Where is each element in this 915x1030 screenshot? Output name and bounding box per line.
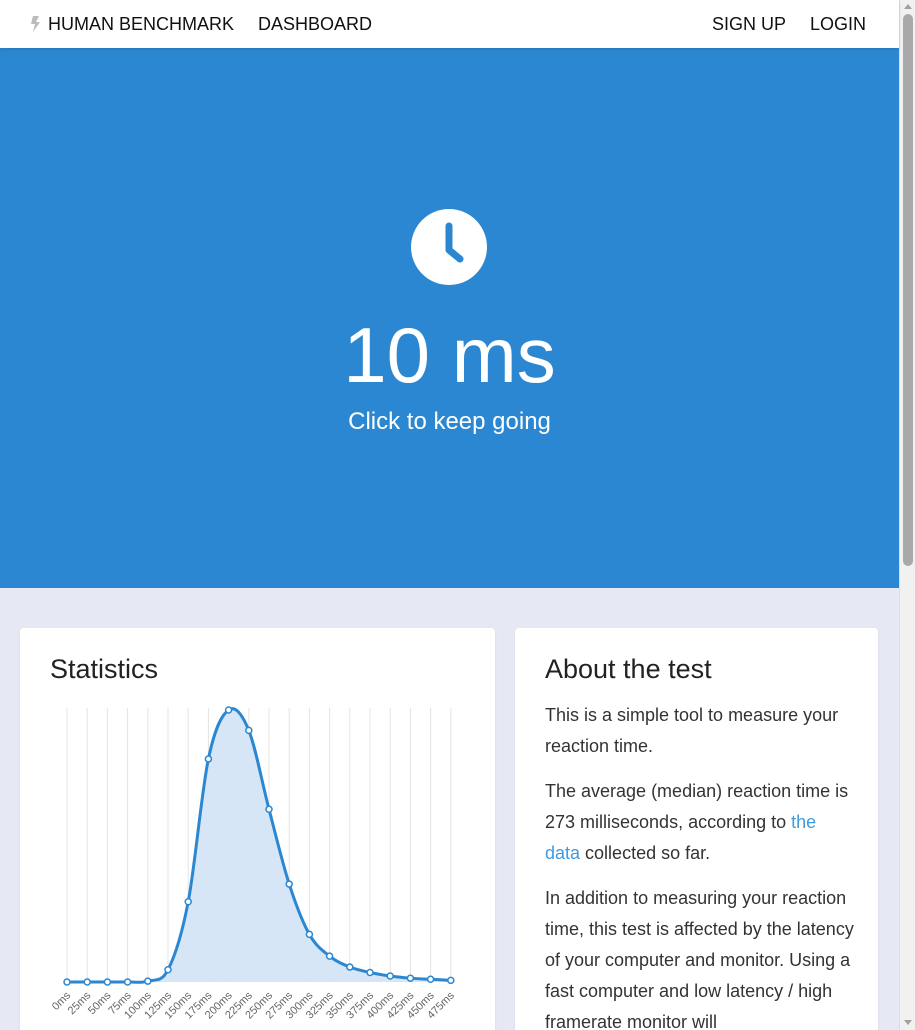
dashboard-link[interactable]: DASHBOARD [258, 14, 372, 35]
data-point [63, 978, 71, 986]
scroll-thumb[interactable] [903, 14, 913, 566]
continue-prompt: Click to keep going [348, 408, 551, 435]
statistics-card: Statistics 0ms 25ms 50ms 75ms 100ms 125ms 150m… [20, 628, 495, 1030]
distribution-area [67, 708, 451, 983]
data-point [83, 978, 91, 986]
about-card: About the test This is a simple tool to … [515, 628, 878, 1030]
data-point [164, 966, 172, 974]
data-point [204, 755, 213, 763]
data-point [426, 975, 435, 984]
reaction-result: 10 ms [343, 311, 556, 399]
page-scrollbar[interactable] [899, 0, 915, 1030]
data-point [285, 880, 293, 888]
login-link[interactable]: LOGIN [810, 14, 866, 35]
data-point [123, 978, 132, 986]
distribution-chart: 0ms25ms50ms75ms100ms125ms150ms175ms200ms… [50, 706, 457, 1021]
data-point [245, 726, 253, 735]
data-point [447, 976, 455, 985]
data-point [366, 968, 374, 977]
data-point [184, 898, 192, 906]
statistics-title: Statistics [50, 654, 159, 684]
data-point [406, 974, 415, 982]
data-point [224, 706, 233, 714]
data-point [325, 952, 334, 960]
reaction-test-area[interactable]: 10 ms Click to keep going [0, 48, 899, 588]
brand-link[interactable]: HUMAN BENCHMARK [48, 14, 234, 35]
data-point [144, 977, 152, 985]
scroll-up-arrow[interactable] [904, 4, 912, 9]
about-paragraph: In addition to measuring your reaction t… [545, 888, 854, 1030]
data-point [346, 963, 354, 971]
data-point [386, 972, 394, 980]
about-text: This is a simple tool to measure your re… [545, 700, 855, 1030]
about-paragraph: This is a simple tool to measure your re… [545, 705, 839, 756]
bolt-icon [31, 16, 40, 32]
about-paragraph: The average (median) reaction time is 27… [545, 781, 849, 863]
data-point [103, 978, 112, 986]
data-point [265, 805, 273, 814]
clock-icon [411, 209, 487, 285]
top-navbar: HUMAN BENCHMARK DASHBOARD SIGN UP LOGIN [0, 0, 899, 48]
signup-link[interactable]: SIGN UP [712, 14, 786, 35]
scroll-down-arrow[interactable] [904, 1020, 912, 1025]
about-title: About the test [545, 654, 712, 684]
data-point [305, 930, 314, 939]
